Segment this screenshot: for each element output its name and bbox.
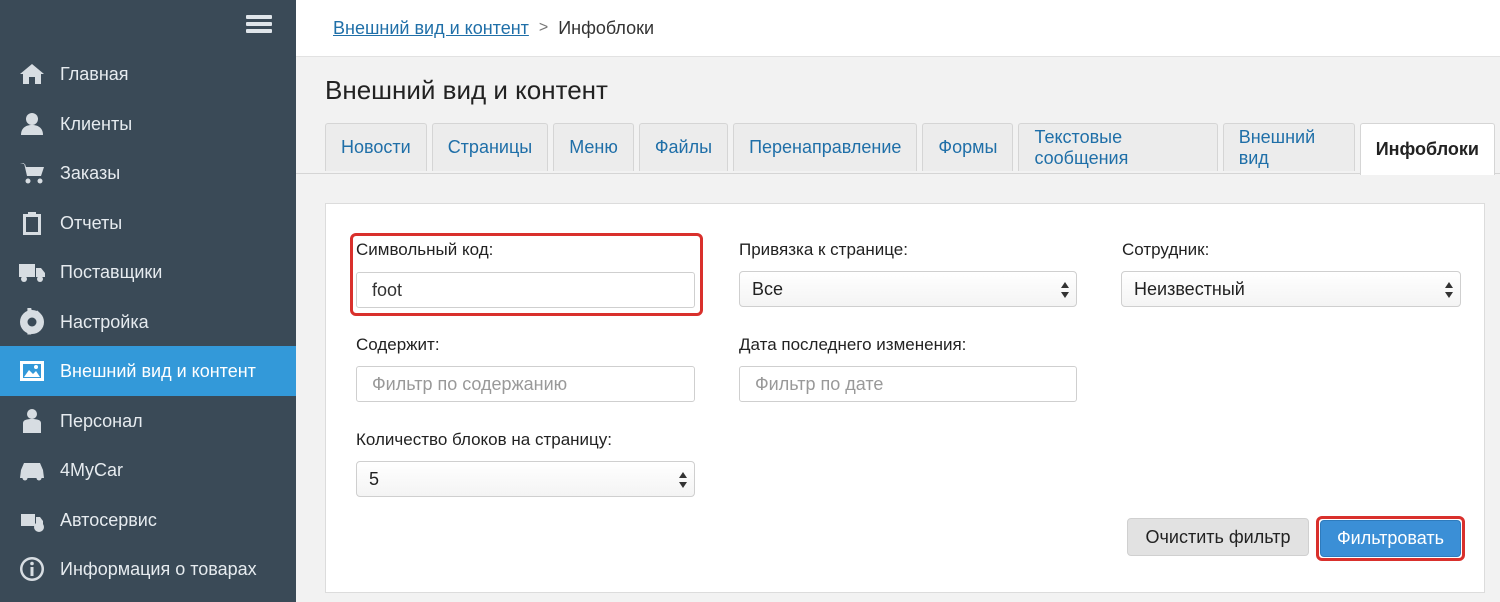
tab-news[interactable]: Новости <box>325 123 427 171</box>
sidebar-item-label: Главная <box>60 63 129 84</box>
employee-value: Неизвестный <box>1134 278 1245 299</box>
sidebar-item-reports[interactable]: Отчеты <box>0 198 296 248</box>
date-label: Дата последнего изменения: <box>739 335 967 354</box>
symbol-code-input[interactable]: foot <box>356 272 695 308</box>
sidebar-item-label: Клиенты <box>60 113 133 134</box>
sidebar-item-orders[interactable]: Заказы <box>0 148 296 198</box>
per-page-label: Количество блоков на страницу: <box>356 430 612 449</box>
select-arrows-icon <box>1445 282 1453 298</box>
sidebar-item-autoservice[interactable]: Автосервис <box>0 495 296 545</box>
sidebar-item-label: Настройка <box>60 311 149 332</box>
clients-icon <box>18 110 46 138</box>
main-content: Внешний вид и контент > Инфоблоки Внешни… <box>296 0 1500 602</box>
cart-icon <box>18 159 46 187</box>
tab-files[interactable]: Файлы <box>638 123 729 171</box>
menu-toggle-icon[interactable] <box>246 15 272 37</box>
sidebar-item-label: Персонал <box>60 410 143 431</box>
filter-button[interactable]: Фильтровать <box>1320 520 1461 557</box>
breadcrumb: Внешний вид и контент > Инфоблоки <box>296 0 1500 57</box>
clipboard-icon <box>18 209 46 237</box>
tab-menu[interactable]: Меню <box>553 123 634 171</box>
symbol-code-label: Символьный код: <box>356 240 494 259</box>
page-binding-label: Привязка к странице: <box>739 240 908 259</box>
select-arrows-icon <box>1061 282 1069 298</box>
sidebar-item-label: Внешний вид и контент <box>60 360 256 381</box>
employee-select[interactable]: Неизвестный <box>1121 271 1461 307</box>
tab-infoblocks[interactable]: Инфоблоки <box>1359 123 1495 175</box>
page-binding-value: Все <box>752 278 784 299</box>
tab-pages[interactable]: Страницы <box>431 123 549 171</box>
sidebar-item-label: Отчеты <box>60 212 123 233</box>
sidebar-item-label: Автосервис <box>60 509 157 530</box>
sidebar-item-label: Поставщики <box>60 261 163 282</box>
sidebar-item-clients[interactable]: Клиенты <box>0 99 296 149</box>
sidebar-item-label: 4MyCar <box>60 459 124 480</box>
contains-input[interactable]: Фильтр по содержанию <box>356 366 695 402</box>
tab-appearance[interactable]: Внешний вид <box>1222 123 1355 171</box>
image-icon <box>18 357 46 385</box>
employee-label: Сотрудник: <box>1122 240 1210 259</box>
home-icon <box>18 60 46 88</box>
per-page-select[interactable]: 5 <box>356 461 695 497</box>
per-page-value: 5 <box>369 468 380 489</box>
staff-icon <box>18 407 46 435</box>
chevron-right-icon: > <box>538 19 549 36</box>
sidebar-item-settings[interactable]: Настройка <box>0 297 296 347</box>
tab-text-messages[interactable]: Текстовые сообщения <box>1018 123 1218 171</box>
sidebar-item-label: Заказы <box>60 162 121 183</box>
breadcrumb-link-appearance[interactable]: Внешний вид и контент <box>333 18 529 39</box>
page-title: Внешний вид и контент <box>325 75 608 105</box>
service-icon <box>18 506 46 534</box>
date-input[interactable]: Фильтр по дате <box>739 366 1077 402</box>
tab-forms[interactable]: Формы <box>922 123 1014 171</box>
sidebar-item-4mycar[interactable]: 4MyCar <box>0 445 296 495</box>
tabs: Новости Страницы Меню Файлы Перенаправле… <box>325 123 1500 175</box>
contains-label: Содержит: <box>356 335 440 354</box>
filter-panel: Символьный код: foot Привязка к странице… <box>325 203 1485 593</box>
truck-icon <box>18 258 46 286</box>
sidebar-item-product-info[interactable]: Информация о товарах <box>0 544 296 594</box>
sidebar-item-suppliers[interactable]: Поставщики <box>0 247 296 297</box>
sidebar-item-appearance[interactable]: Внешний вид и контент <box>0 346 296 396</box>
clear-filter-button[interactable]: Очистить фильтр <box>1127 518 1309 556</box>
sidebar-item-staff[interactable]: Персонал <box>0 396 296 446</box>
info-icon <box>18 555 46 583</box>
select-arrows-icon <box>679 472 687 488</box>
gear-icon <box>18 308 46 336</box>
car-icon <box>18 456 46 484</box>
sidebar: Главная Клиенты Заказы Отчеты Поставщики… <box>0 0 296 602</box>
page-binding-select[interactable]: Все <box>739 271 1077 307</box>
tab-redirects[interactable]: Перенаправление <box>733 123 918 171</box>
breadcrumb-current: Инфоблоки <box>558 17 655 38</box>
sidebar-item-label: Информация о товарах <box>60 558 257 579</box>
sidebar-item-home[interactable]: Главная <box>0 49 296 99</box>
